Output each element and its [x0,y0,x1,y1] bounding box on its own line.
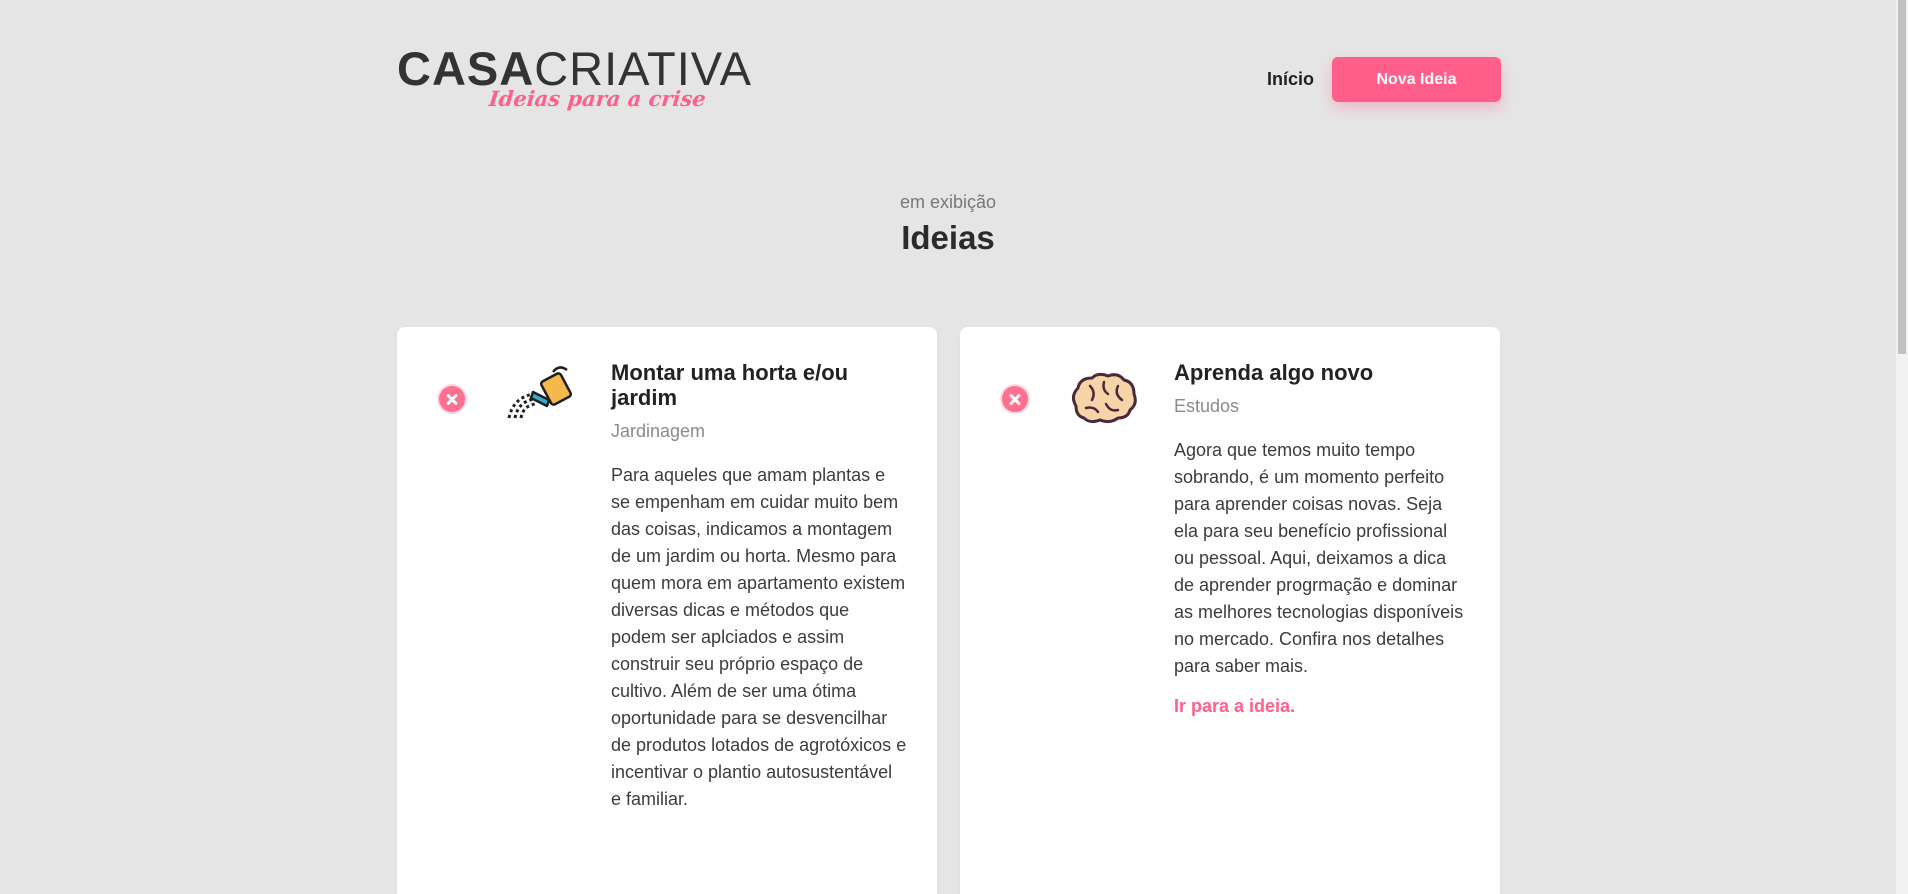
idea-card: Montar uma horta e/ou jardim Jardinagem … [397,327,937,894]
ideas-section-heading: em exibição Ideias [0,190,1896,260]
idea-title: Aprenda algo novo [1174,360,1374,385]
idea-card-body: Aprenda algo novo Estudos Agora que temo… [1174,360,1470,717]
section-title: Ideias [901,219,995,256]
site-logo[interactable]: CASACRIATIVA Ideias para a crise [397,44,751,116]
idea-card: Aprenda algo novo Estudos Agora que temo… [960,327,1500,894]
page-scrollbar[interactable] [1896,0,1908,894]
new-idea-button[interactable]: Nova Ideia [1332,57,1501,102]
scrollbar-thumb[interactable] [1898,0,1906,354]
idea-category: Estudos [1174,396,1240,416]
main-nav: Início Nova Ideia [1267,57,1501,102]
delete-idea-button[interactable] [439,386,465,412]
watering-can-icon [503,362,577,436]
section-subtitle: em exibição [899,192,997,212]
idea-category: Jardinagem [611,421,706,441]
brain-icon [1066,362,1140,436]
site-header: CASACRIATIVA Ideias para a crise Início … [397,44,1501,116]
page: CASACRIATIVA Ideias para a crise Início … [0,0,1908,894]
idea-title: Montar uma horta e/ou jardim [611,360,849,410]
go-to-idea-link[interactable]: Ir para a ideia. [1174,696,1295,717]
delete-idea-button[interactable] [1002,386,1028,412]
idea-description: Agora que temos muito tempo sobrando, é … [1174,440,1464,676]
idea-description: Para aqueles que amam plantas e se empen… [611,465,907,809]
idea-card-body: Montar uma horta e/ou jardim Jardinagem … [611,360,907,813]
logo-tagline: Ideias para a crise [487,86,708,111]
nav-home-link[interactable]: Início [1267,69,1314,90]
